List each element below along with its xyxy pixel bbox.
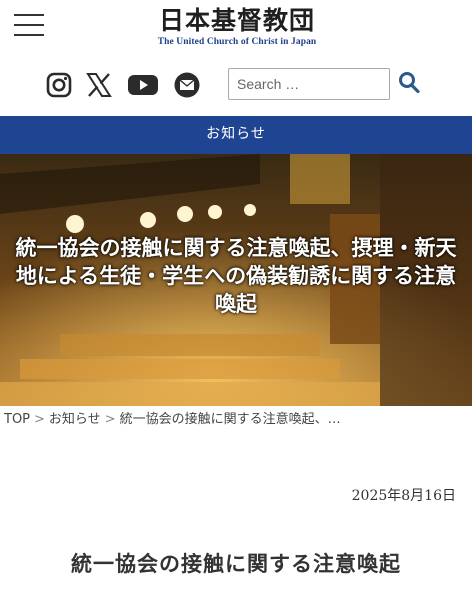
breadcrumb-separator: > xyxy=(34,412,45,427)
hero-banner: 統一協会の接触に関する注意喚起、摂理・新天地による生徒・学生への偽装勧誘に関する… xyxy=(0,154,472,406)
logo-japanese: 日本基督教団 xyxy=(158,6,315,35)
instagram-icon[interactable] xyxy=(45,71,73,99)
search-icon[interactable] xyxy=(397,70,421,96)
logo-english: The United Church of Christ in Japan xyxy=(157,37,317,47)
post-date: 2025年8月16日 xyxy=(351,488,456,504)
search-field[interactable] xyxy=(228,68,390,100)
hero-title: 統一協会の接触に関する注意喚起、摂理・新天地による生徒・学生への偽装勧誘に関する… xyxy=(15,235,457,316)
breadcrumb: TOP > お知らせ > 統一協会の接触に関する注意喚起、… xyxy=(4,410,470,430)
mail-icon[interactable] xyxy=(173,71,201,99)
youtube-icon[interactable] xyxy=(127,71,159,99)
search-input[interactable] xyxy=(229,69,389,99)
nav-news[interactable]: お知らせ xyxy=(0,116,472,154)
article-title: 統一協会の接触に関する注意喚起 xyxy=(71,552,401,576)
breadcrumb-news[interactable]: お知らせ xyxy=(49,412,101,427)
site-logo[interactable]: 日本基督教団 The United Church of Christ in Ja… xyxy=(152,6,322,52)
site-header: 日本基督教団 The United Church of Christ in Ja… xyxy=(0,0,472,60)
menu-icon[interactable] xyxy=(14,12,46,38)
breadcrumb-top[interactable]: TOP xyxy=(4,412,30,427)
breadcrumb-separator: > xyxy=(104,412,116,427)
x-icon[interactable] xyxy=(85,71,113,99)
breadcrumb-current: 統一協会の接触に関する注意喚起、… xyxy=(119,412,341,427)
